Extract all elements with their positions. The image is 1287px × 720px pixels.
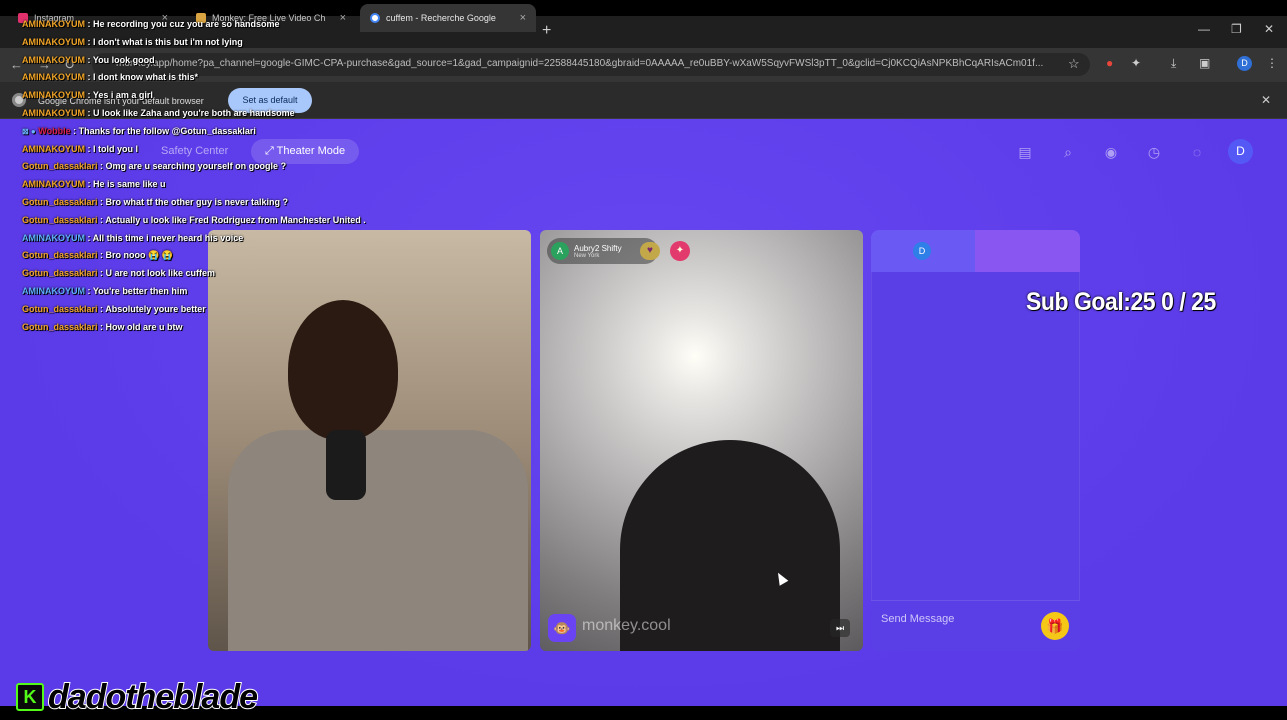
chat-username: AMINAKOYUM bbox=[22, 36, 85, 47]
peer-text: Aubry2 Shifty New York bbox=[574, 244, 622, 259]
chat-text: : I dont know what is this* bbox=[85, 72, 199, 83]
chat-message: Gotun_dassaklari : Actually u look like … bbox=[22, 212, 442, 230]
chat-text: : Bro what tf the other guy is never tal… bbox=[97, 196, 289, 207]
streamer-tag: K dadotheblade bbox=[16, 678, 259, 716]
chat-username: AMINAKOYUM bbox=[22, 232, 85, 243]
peer-location: New York bbox=[574, 252, 600, 259]
chat-message: Gotun_dassaklari : Omg are u searching y… bbox=[22, 158, 442, 176]
messages-icon[interactable]: ◌ bbox=[1187, 142, 1207, 162]
extension-badge-icon[interactable]: ● bbox=[1106, 56, 1113, 70]
peer-video bbox=[540, 230, 863, 651]
sub-goal-overlay: Sub Goal:25 0 / 25 bbox=[1026, 288, 1216, 316]
chat-username: Wobble bbox=[38, 125, 71, 136]
chat-text: : I don't what is this but i'm not lying bbox=[85, 36, 243, 47]
screen: Instagram × Monkey: Free Live Video Ch ×… bbox=[0, 0, 1287, 720]
chat-message: Gotun_dassaklari : Absolutely youre bett… bbox=[22, 301, 442, 319]
restore-icon[interactable]: ❐ bbox=[1231, 22, 1242, 36]
chat-username: AMINAKOYUM bbox=[22, 285, 85, 296]
cast-icon[interactable]: ▣ bbox=[1199, 56, 1210, 70]
chat-message: AMINAKOYUM : I dont know what is this* bbox=[22, 69, 442, 87]
chat-text: : You look good bbox=[85, 54, 155, 65]
chat-username: AMINAKOYUM bbox=[22, 54, 85, 65]
chat-username: AMINAKOYUM bbox=[22, 143, 85, 154]
chat-message: AMINAKOYUM : Yes i am a girl bbox=[22, 87, 442, 105]
chat-tab-peer[interactable]: A bbox=[975, 230, 1080, 272]
window-close-icon[interactable]: ✕ bbox=[1264, 22, 1274, 36]
chat-text: : Thanks for the follow @Gotun_dassaklar… bbox=[70, 125, 256, 136]
chat-tab-self[interactable]: D bbox=[871, 230, 975, 272]
chat-message: AMINAKOYUM : All this time i never heard… bbox=[22, 230, 442, 248]
menu-icon[interactable]: ⋮ bbox=[1266, 56, 1278, 70]
chat-message: AMINAKOYUM : He recording you cuz you ar… bbox=[22, 16, 442, 34]
chat-message: AMINAKOYUM : I told you l bbox=[22, 141, 442, 159]
chat-text: : He recording you cuz you are so handso… bbox=[85, 19, 280, 29]
chat-text: : How old are u btw bbox=[97, 321, 183, 332]
infobar-close-icon[interactable]: ✕ bbox=[1261, 93, 1271, 107]
chat-text: : All this time i never heard his voice bbox=[85, 232, 244, 243]
monkey-logo-icon: 🐵 bbox=[548, 614, 576, 642]
chat-message: AMINAKOYUM : You're better then him bbox=[22, 283, 442, 301]
close-icon[interactable]: × bbox=[520, 12, 526, 24]
peer-avatar: A bbox=[551, 242, 569, 260]
search-icon[interactable]: ⌕ bbox=[1058, 142, 1078, 162]
chat-text: : U look like Zaha and you're both are h… bbox=[85, 107, 295, 118]
chat-username: Gotun_dassaklari bbox=[22, 250, 98, 261]
chat-text: : U are not look like cuffem bbox=[97, 268, 216, 279]
chat-text: : He is same like u bbox=[85, 179, 166, 190]
skip-icon[interactable]: ⏭ bbox=[830, 619, 850, 637]
chat-text: : Bro nooo 😭 😭 bbox=[97, 250, 173, 261]
chat-message: Gotun_dassaklari : U are not look like c… bbox=[22, 265, 442, 283]
stream-chat-overlay: AMINAKOYUM : He recording you cuz you ar… bbox=[22, 16, 442, 336]
chat-username: Gotun_dassaklari bbox=[22, 161, 98, 172]
bookmark-star-icon[interactable]: ☆ bbox=[1068, 56, 1080, 72]
self-person-body bbox=[228, 430, 528, 651]
chat-username: Gotun_dassaklari bbox=[22, 321, 98, 332]
chat-text: : I told you l bbox=[85, 143, 139, 154]
history-icon[interactable]: ◷ bbox=[1144, 142, 1164, 162]
chat-username: AMINAKOYUM bbox=[22, 107, 85, 118]
minimize-icon[interactable]: — bbox=[1198, 22, 1210, 36]
chat-username: AMINAKOYUM bbox=[22, 72, 85, 83]
chat-username: Gotun_dassaklari bbox=[22, 214, 98, 225]
chat-text: : Yes i am a girl bbox=[85, 90, 153, 101]
download-icon[interactable]: ⤓ bbox=[1171, 56, 1176, 71]
chat-username: AMINAKOYUM bbox=[22, 179, 85, 190]
gift-icon[interactable]: 🎁 bbox=[1041, 612, 1069, 640]
reward-icon[interactable]: ✦ bbox=[670, 241, 690, 261]
chat-message: Gotun_dassaklari : How old are u btw bbox=[22, 319, 442, 337]
chat-message: AMINAKOYUM : He is same like u bbox=[22, 176, 442, 194]
heart-icon[interactable]: ♥ bbox=[640, 242, 660, 260]
self-chat-avatar: D bbox=[913, 242, 931, 260]
chat-message: ⊠ ● Wobble : Thanks for the follow @Gotu… bbox=[22, 123, 442, 141]
new-tab-button[interactable]: + bbox=[542, 22, 551, 40]
chat-text: : Actually u look like Fred Rodriguez fr… bbox=[97, 214, 366, 225]
chat-text: : Absolutely youre better bbox=[97, 303, 206, 314]
user-avatar[interactable]: D bbox=[1228, 139, 1253, 164]
chat-message: AMINAKOYUM : U look like Zaha and you're… bbox=[22, 105, 442, 123]
chat-username: Gotun_dassaklari bbox=[22, 196, 98, 207]
extensions-icon[interactable]: ✦ bbox=[1131, 56, 1141, 70]
chat-username: Gotun_dassaklari bbox=[22, 303, 98, 314]
chat-username: AMINAKOYUM bbox=[22, 90, 85, 101]
peer-name: Aubry2 Shifty bbox=[574, 243, 622, 253]
chat-message: AMINAKOYUM : I don't what is this but i'… bbox=[22, 34, 442, 52]
watermark-text: monkey.cool bbox=[582, 617, 671, 634]
chat-message: Gotun_dassaklari : Bro nooo 😭 😭 bbox=[22, 247, 442, 265]
chat-badge-icons: ⊠ ● bbox=[22, 126, 36, 136]
shop-icon[interactable]: ▤ bbox=[1015, 142, 1035, 162]
kick-logo-icon: K bbox=[16, 683, 44, 711]
chat-text: : Omg are u searching yourself on google… bbox=[97, 161, 287, 172]
chat-username: AMINAKOYUM bbox=[22, 19, 85, 29]
streamer-name: dadotheblade bbox=[47, 678, 259, 716]
microphone bbox=[326, 430, 366, 500]
chat-message: AMINAKOYUM : You look good bbox=[22, 52, 442, 70]
chat-username: Gotun_dassaklari bbox=[22, 268, 98, 279]
profile-avatar[interactable]: D bbox=[1237, 56, 1252, 71]
chat-text: : You're better then him bbox=[85, 285, 188, 296]
chat-message: Gotun_dassaklari : Bro what tf the other… bbox=[22, 194, 442, 212]
coin-icon[interactable]: ◉ bbox=[1101, 142, 1121, 162]
